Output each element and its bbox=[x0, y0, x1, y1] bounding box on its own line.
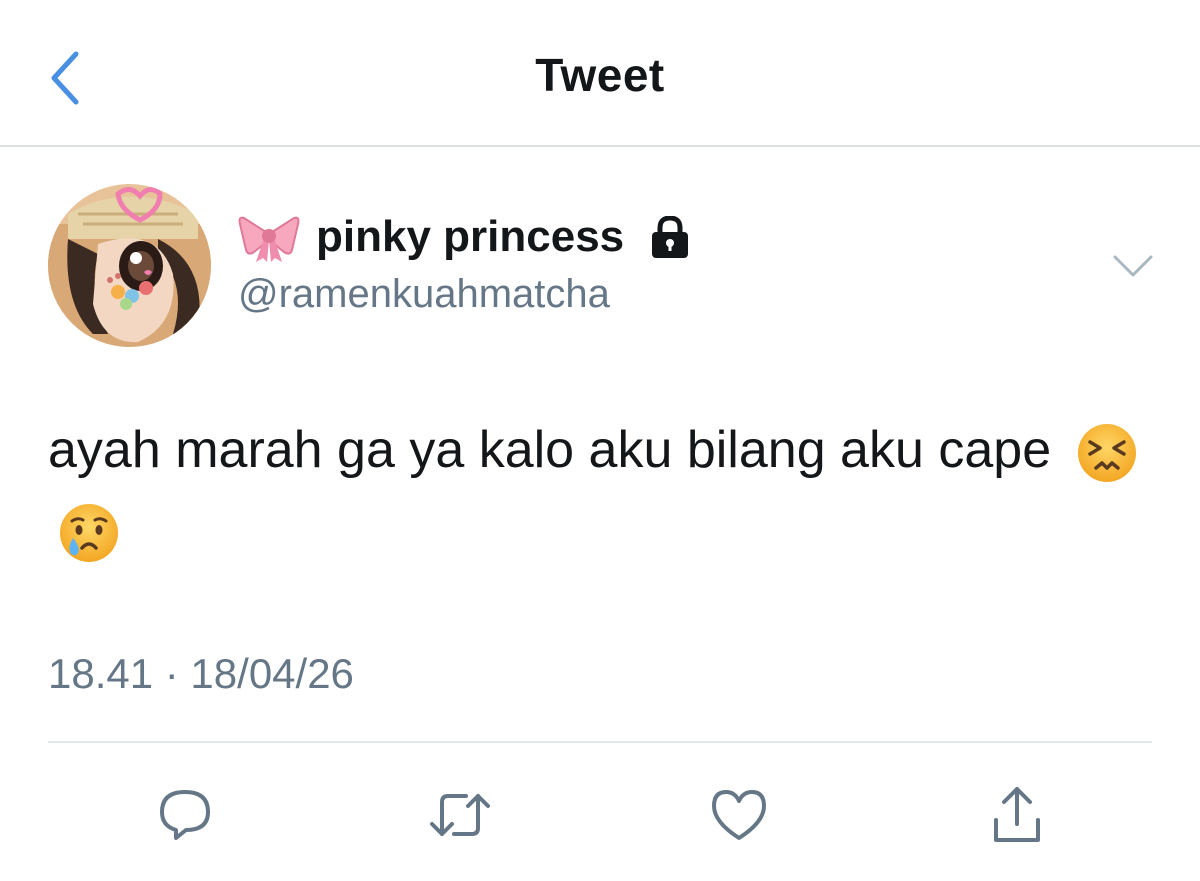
author-display-name: pinky princess bbox=[316, 212, 625, 261]
tweet-action-bar bbox=[0, 770, 1200, 860]
lock-icon bbox=[652, 216, 689, 258]
navigation-bar: Tweet bbox=[0, 0, 1200, 147]
persevering-face-emoji bbox=[1077, 424, 1136, 483]
chevron-down-icon bbox=[1113, 255, 1153, 277]
share-button[interactable] bbox=[972, 770, 1062, 860]
ribbon-emoji bbox=[238, 216, 300, 262]
tweet-body: ayah marah ga ya kalo aku bilang aku cap… bbox=[48, 421, 1052, 479]
share-icon bbox=[994, 787, 1040, 842]
crying-face-emoji bbox=[60, 504, 118, 563]
reply-icon bbox=[160, 790, 210, 840]
retweet-icon bbox=[430, 794, 490, 836]
author-name-row[interactable]: pinky princess bbox=[238, 206, 692, 268]
heart-icon bbox=[712, 790, 766, 840]
avatar[interactable] bbox=[48, 184, 211, 347]
like-button[interactable] bbox=[694, 770, 784, 860]
tweet-text: ayah marah ga ya kalo aku bilang aku cap… bbox=[48, 410, 1158, 570]
tweet-menu-button[interactable] bbox=[1106, 246, 1160, 286]
divider bbox=[48, 741, 1152, 743]
reply-button[interactable] bbox=[140, 770, 230, 860]
retweet-button[interactable] bbox=[415, 770, 505, 860]
tweet-timestamp: 18.41 · 18/04/26 bbox=[48, 650, 354, 697]
page-title: Tweet bbox=[535, 49, 665, 101]
author-handle[interactable]: @ramenkuahmatcha bbox=[238, 272, 610, 317]
